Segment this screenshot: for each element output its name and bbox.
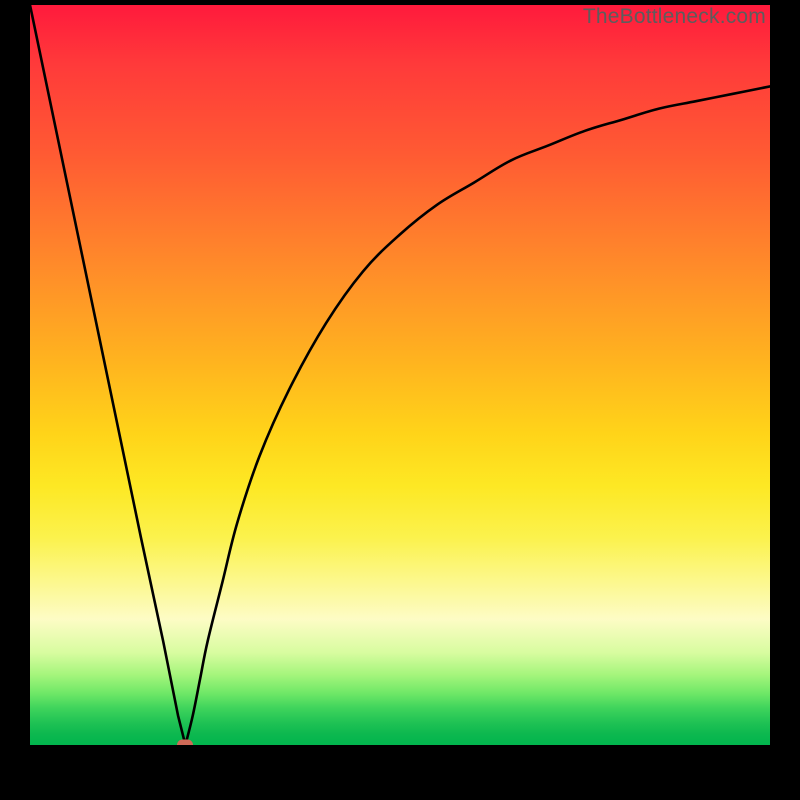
bottleneck-curve	[30, 5, 770, 745]
curve-path	[30, 5, 770, 745]
x-axis-band	[30, 745, 770, 775]
plot-area: TheBottleneck.com	[30, 5, 770, 745]
chart-frame: TheBottleneck.com	[30, 5, 770, 775]
